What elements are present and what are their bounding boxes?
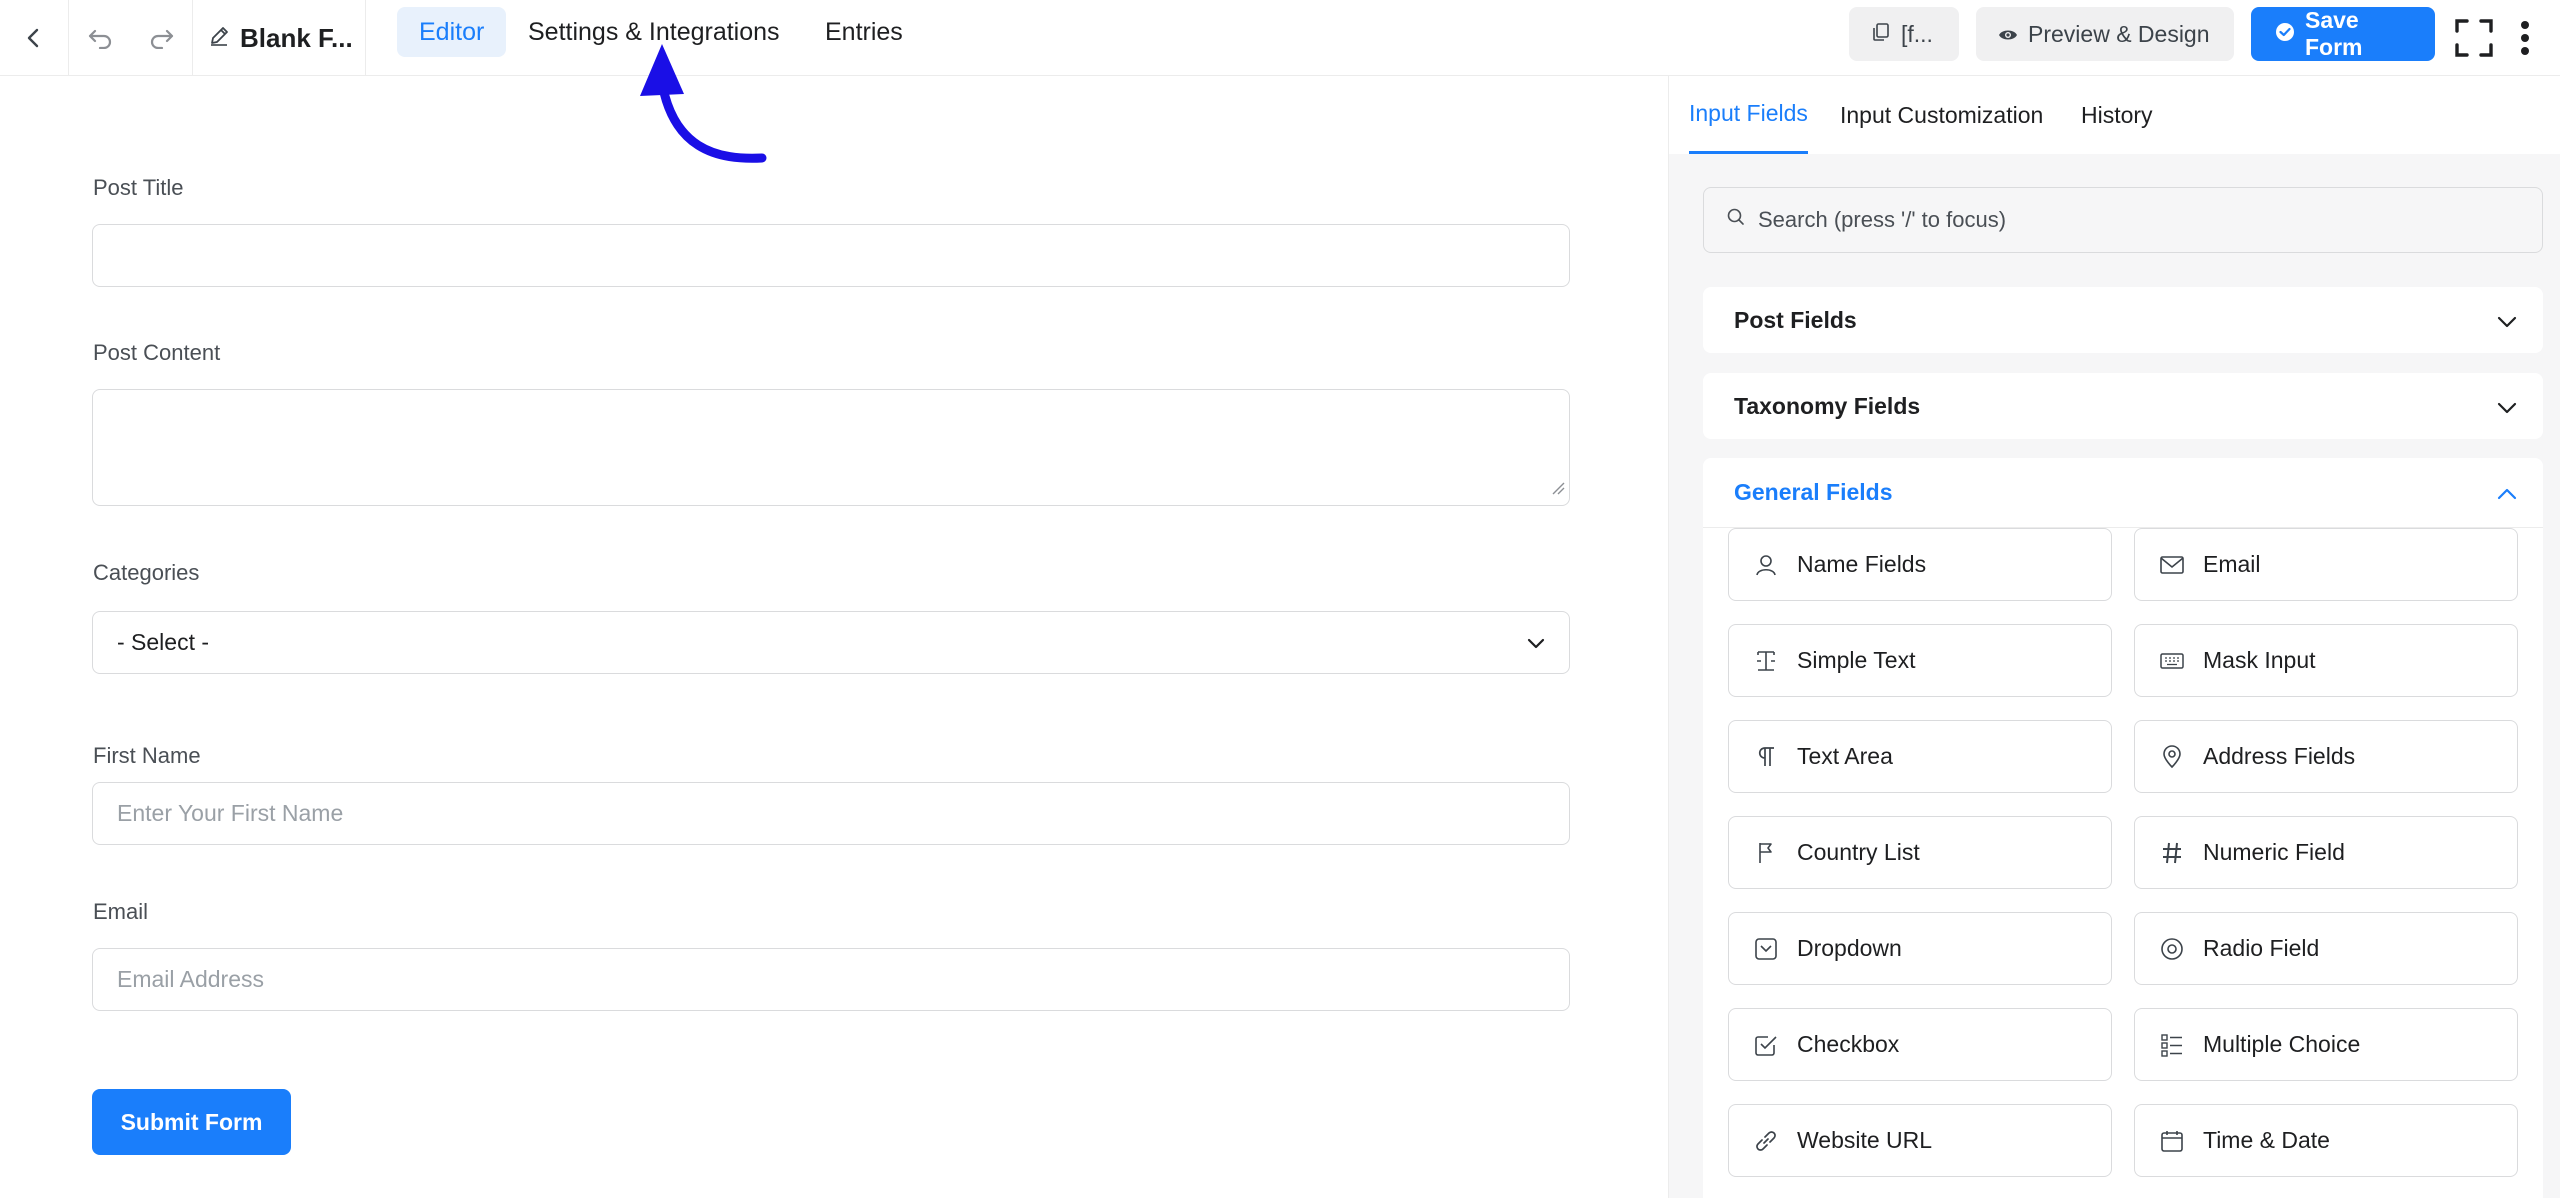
sidebar-tabs: Input Fields Input Customization History xyxy=(1669,76,2560,154)
field-mask-input[interactable]: Mask Input xyxy=(2134,624,2518,697)
pencil-icon xyxy=(208,23,230,54)
field-label: Text Area xyxy=(1797,743,1893,769)
eye-icon xyxy=(1998,21,2018,48)
dropdown-icon xyxy=(1753,936,1779,962)
tab-editor[interactable]: Editor xyxy=(397,7,507,57)
field-address-fields[interactable]: Address Fields xyxy=(2134,720,2518,793)
radio-icon xyxy=(2159,936,2185,962)
chevron-down-icon xyxy=(1527,629,1545,656)
field-text-area[interactable]: Text Area xyxy=(1728,720,2112,793)
resize-handle-icon[interactable] xyxy=(1551,474,1565,501)
redo-icon[interactable] xyxy=(131,0,193,76)
fullscreen-icon[interactable] xyxy=(2452,0,2496,76)
field-country-list[interactable]: Country List xyxy=(1728,816,2112,889)
tab-history[interactable]: History xyxy=(2081,76,2153,154)
chevron-down-icon xyxy=(2497,393,2517,420)
copy-icon xyxy=(1871,21,1891,48)
email-input[interactable]: Email Address xyxy=(92,948,1570,1011)
post-title-input[interactable] xyxy=(92,224,1570,287)
section-label: Taxonomy Fields xyxy=(1734,392,1921,419)
field-label: Country List xyxy=(1797,839,1920,865)
search-icon xyxy=(1726,207,1746,233)
text-cursor-icon xyxy=(1753,648,1779,674)
field-label: Dropdown xyxy=(1797,935,1902,961)
categories-select[interactable]: - Select - xyxy=(92,611,1570,674)
hash-icon xyxy=(2159,840,2185,866)
field-time-date[interactable]: Time & Date xyxy=(2134,1104,2518,1177)
submit-form-button[interactable]: Submit Form xyxy=(92,1089,291,1155)
keyboard-icon xyxy=(2159,648,2185,674)
form-name[interactable]: Blank F... xyxy=(208,0,353,76)
map-pin-icon xyxy=(2159,744,2185,770)
shortcode-button[interactable]: [f... xyxy=(1849,7,1959,61)
tab-input-customization[interactable]: Input Customization xyxy=(1840,76,2043,154)
post-content-textarea[interactable] xyxy=(92,389,1570,506)
check-circle-icon xyxy=(2275,21,2295,48)
field-simple-text[interactable]: Simple Text xyxy=(1728,624,2112,697)
field-label: Email xyxy=(2203,551,2261,577)
paragraph-icon xyxy=(1753,744,1779,770)
field-radio-field[interactable]: Radio Field xyxy=(2134,912,2518,985)
field-label: Address Fields xyxy=(2203,743,2356,769)
section-label: General Fields xyxy=(1734,479,1893,505)
field-website-url[interactable]: Website URL xyxy=(1728,1104,2112,1177)
field-name-fields[interactable]: Name Fields xyxy=(1728,528,2112,601)
chevron-up-icon xyxy=(2497,479,2517,506)
section-general-fields[interactable]: General Fields xyxy=(1703,458,2543,528)
search-placeholder: Search (press '/' to focus) xyxy=(1758,207,2007,232)
field-label: Name Fields xyxy=(1797,551,1927,577)
top-bar: Blank F... Editor Settings & Integration… xyxy=(0,0,2560,76)
field-checkbox[interactable]: Checkbox xyxy=(1728,1008,2112,1081)
field-label: Numeric Field xyxy=(2203,839,2345,865)
flag-icon xyxy=(1753,840,1779,866)
preview-design-button[interactable]: Preview & Design xyxy=(1976,7,2234,61)
first-name-input[interactable]: Enter Your First Name xyxy=(92,782,1570,845)
chevron-down-icon xyxy=(2497,307,2517,334)
user-icon xyxy=(1753,552,1779,578)
envelope-icon xyxy=(2159,552,2185,578)
categories-value: - Select - xyxy=(117,629,210,655)
field-label: Time & Date xyxy=(2203,1127,2330,1153)
first-name-placeholder: Enter Your First Name xyxy=(117,800,344,826)
field-email[interactable]: Email xyxy=(2134,528,2518,601)
fields-sidebar: Input Fields Input Customization History… xyxy=(1668,76,2560,1198)
post-title-label: Post Title xyxy=(93,175,184,200)
section-taxonomy-fields[interactable]: Taxonomy Fields xyxy=(1703,373,2543,439)
undo-icon[interactable] xyxy=(69,0,131,76)
preview-label: Preview & Design xyxy=(2028,20,2210,47)
field-label: Multiple Choice xyxy=(2203,1031,2361,1057)
email-placeholder: Email Address xyxy=(117,966,265,992)
list-icon xyxy=(2159,1032,2185,1058)
link-icon xyxy=(1753,1128,1779,1154)
general-fields-list: Name Fields Email Simple Text Mask Input… xyxy=(1703,528,2543,1198)
field-label: Website URL xyxy=(1797,1127,1933,1153)
tab-input-fields[interactable]: Input Fields xyxy=(1689,76,1808,154)
field-dropdown[interactable]: Dropdown xyxy=(1728,912,2112,985)
field-label: Mask Input xyxy=(2203,647,2316,673)
first-name-label: First Name xyxy=(93,743,201,768)
search-input[interactable]: Search (press '/' to focus) xyxy=(1703,187,2543,253)
back-icon[interactable] xyxy=(0,0,68,76)
save-label: Save Form xyxy=(2305,7,2363,60)
section-post-fields[interactable]: Post Fields xyxy=(1703,287,2543,353)
section-label: Post Fields xyxy=(1734,306,1857,333)
field-numeric-field[interactable]: Numeric Field xyxy=(2134,816,2518,889)
more-vertical-icon[interactable] xyxy=(2510,0,2540,76)
calendar-icon xyxy=(2159,1128,2185,1154)
field-label: Radio Field xyxy=(2203,935,2320,961)
field-multiple-choice[interactable]: Multiple Choice xyxy=(2134,1008,2518,1081)
annotation-arrow-icon xyxy=(620,40,770,175)
post-content-label: Post Content xyxy=(93,340,221,365)
checkbox-icon xyxy=(1753,1032,1779,1058)
field-label: Checkbox xyxy=(1797,1031,1900,1057)
shortcode-label: [f... xyxy=(1901,20,1933,47)
save-form-button[interactable]: Save Form xyxy=(2251,7,2435,61)
email-label: Email xyxy=(93,899,149,924)
field-label: Simple Text xyxy=(1797,647,1916,673)
form-name-label: Blank F... xyxy=(240,22,353,53)
categories-label: Categories xyxy=(93,560,200,585)
tab-entries[interactable]: Entries xyxy=(803,7,925,57)
